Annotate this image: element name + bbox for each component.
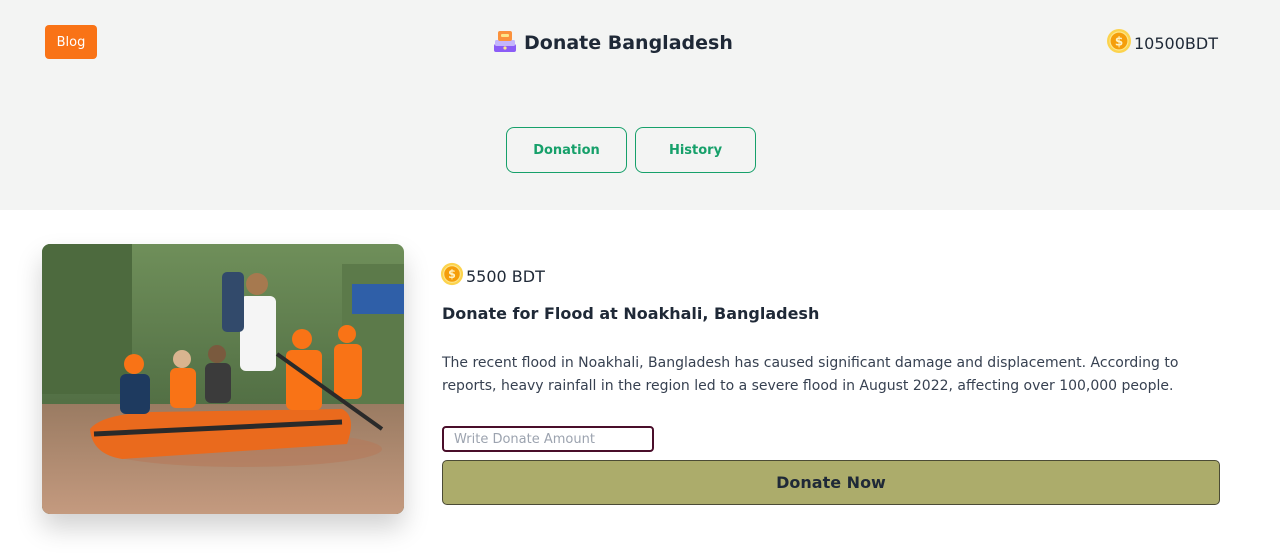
donation-description: The recent flood in Noakhali, Bangladesh… xyxy=(442,355,1179,394)
donation-title: Donate for Flood at Noakhali, Bangladesh xyxy=(442,304,820,323)
svg-text:$: $ xyxy=(448,268,456,281)
tab-history[interactable]: History xyxy=(635,127,756,173)
donation-card-image xyxy=(42,244,404,514)
tab-bar: Donation History xyxy=(506,127,756,173)
donation-amount: $ 5500 BDT xyxy=(440,262,1220,290)
tab-donation[interactable]: Donation xyxy=(506,127,627,173)
hero-section: Blog Donate Bangladesh $ 10500BDT Donati… xyxy=(0,0,1280,210)
donation-card-body: $ 5500 BDT Donate for Flood at Noakhali,… xyxy=(440,262,1220,505)
donation-box-icon xyxy=(492,28,518,58)
blog-button[interactable]: Blog xyxy=(45,25,97,59)
balance-display: $ 10500BDT xyxy=(1106,28,1218,58)
donation-amount-text: 5500 BDT xyxy=(466,266,545,286)
balance-amount: 10500BDT xyxy=(1134,33,1218,53)
coin-icon: $ xyxy=(440,262,464,290)
brand: Donate Bangladesh xyxy=(492,28,733,58)
donate-amount-input[interactable] xyxy=(442,426,654,452)
coin-icon: $ xyxy=(1106,28,1132,58)
site-title: Donate Bangladesh xyxy=(524,32,733,54)
svg-text:$: $ xyxy=(1115,35,1123,49)
donate-now-button[interactable]: Donate Now xyxy=(442,460,1220,505)
